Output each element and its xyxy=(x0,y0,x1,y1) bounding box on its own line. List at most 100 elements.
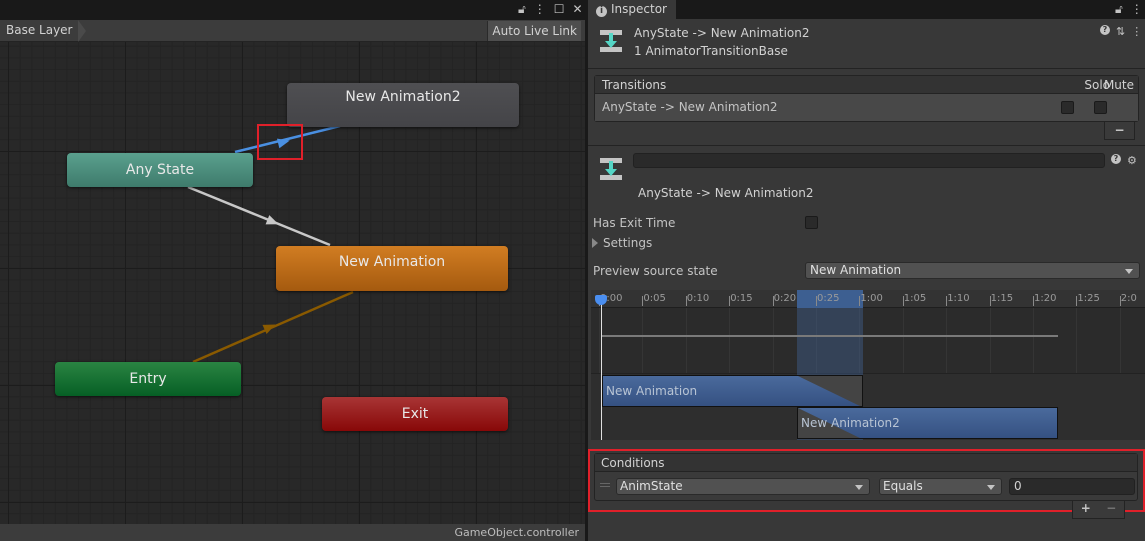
breadcrumb-base-layer[interactable]: Base Layer xyxy=(0,20,83,41)
preview-source-state-dropdown[interactable]: New Animation xyxy=(805,262,1140,279)
state-machine-graph[interactable]: New Animation2 Any State New Animation E… xyxy=(0,42,585,524)
preview-source-state-label: Preview source state xyxy=(593,264,718,278)
transition-row[interactable]: AnyState -> New Animation2 xyxy=(595,94,1138,121)
timeline-tick-label: 0:10 xyxy=(686,293,710,304)
state-node-any-state[interactable]: Any State xyxy=(67,153,253,187)
help-icon[interactable]: ? xyxy=(1100,25,1110,35)
timeline-tick-label: 1:00 xyxy=(860,293,883,304)
timeline-tick-label: 1:20 xyxy=(1034,293,1057,304)
remove-condition-button[interactable]: − xyxy=(1106,501,1116,518)
parameter-curve xyxy=(601,335,1058,337)
state-label: New Animation2 xyxy=(345,89,461,105)
timeline-tick-label: 1:10 xyxy=(947,293,970,304)
solo-checkbox[interactable] xyxy=(1061,101,1074,114)
state-label: Exit xyxy=(401,406,429,422)
source-clip-bar[interactable]: New Animation xyxy=(602,375,863,407)
playhead-line xyxy=(601,300,602,440)
gear-icon[interactable]: ⚙ xyxy=(1127,154,1137,167)
transition-settings-icons: ? ⚙ xyxy=(1111,154,1137,167)
condition-mode-dropdown[interactable]: Equals xyxy=(879,478,1002,495)
transition-icon xyxy=(600,158,622,180)
auto-live-link-button[interactable]: Auto Live Link xyxy=(487,21,581,41)
timeline-tick-label: 1:15 xyxy=(990,293,1014,304)
timeline-tick-label: 2:0 xyxy=(1120,293,1137,304)
kebab-menu-icon[interactable]: ⋮ xyxy=(1131,2,1143,17)
drag-handle-icon[interactable] xyxy=(600,483,610,487)
condition-value-input[interactable]: 0 xyxy=(1009,478,1135,495)
animator-toolbar: Base Layer Auto Live Link xyxy=(0,20,585,42)
inspector-window-controls: 🔓︎ ⋮ xyxy=(1115,2,1143,17)
add-condition-button[interactable]: + xyxy=(1081,501,1091,518)
lock-icon[interactable]: 🔓︎ xyxy=(1115,2,1123,17)
inspector-window: i Inspector 🔓︎ ⋮ AnyState -> New Animatio… xyxy=(588,0,1145,541)
condition-buttons: + − xyxy=(1072,501,1125,519)
help-icon[interactable]: ? xyxy=(1111,154,1121,164)
inspector-tab-bar: i Inspector 🔓︎ ⋮ xyxy=(588,0,1145,19)
has-exit-time-checkbox[interactable] xyxy=(805,216,818,229)
conditions-list: Conditions AnimState Equals 0 xyxy=(594,453,1138,501)
remove-transition-button[interactable]: − xyxy=(1104,122,1135,140)
dropdown-value: New Animation xyxy=(810,263,902,277)
close-icon[interactable]: ✕ xyxy=(573,2,583,17)
maximize-icon[interactable]: ☐ xyxy=(554,2,565,17)
transition-line[interactable] xyxy=(187,185,331,247)
mute-column-label: Mute xyxy=(1103,78,1134,92)
conditions-header: Conditions xyxy=(595,454,1137,472)
state-node-exit[interactable]: Exit xyxy=(322,397,508,431)
animator-tab-bar: 🔓︎ ⋮ ☐ ✕ xyxy=(0,0,585,20)
mute-checkbox[interactable] xyxy=(1094,101,1107,114)
chevron-down-icon xyxy=(855,485,863,490)
transition-row-name: AnyState -> New Animation2 xyxy=(602,100,778,114)
lock-icon[interactable]: 🔓︎ xyxy=(518,2,526,17)
transition-icon xyxy=(600,30,622,52)
presets-icon[interactable]: ⇅ xyxy=(1116,25,1125,38)
selected-transition-highlight xyxy=(257,124,303,160)
kebab-menu-icon[interactable]: ⋮ xyxy=(1131,25,1142,38)
window-controls: 🔓︎ ⋮ ☐ ✕ xyxy=(518,2,583,17)
breadcrumb-separator xyxy=(78,20,86,42)
dropdown-value: Equals xyxy=(883,479,923,493)
info-icon: i xyxy=(596,6,607,17)
condition-parameter-dropdown[interactable]: AnimState xyxy=(616,478,870,495)
source-clip-label: New Animation xyxy=(606,384,698,398)
tab-label: Inspector xyxy=(611,2,667,16)
state-label: Any State xyxy=(125,162,195,178)
destination-clip-label: New Animation2 xyxy=(801,416,900,430)
state-label: Entry xyxy=(129,371,167,387)
transitions-list: Transitions Solo Mute AnyState -> New An… xyxy=(594,75,1139,122)
header-title: AnyState -> New Animation2 xyxy=(634,26,810,40)
transitions-title: Transitions xyxy=(602,78,667,92)
destination-clip-bar[interactable]: New Animation2 xyxy=(797,407,1058,439)
settings-foldout-arrow-icon[interactable] xyxy=(592,238,598,248)
condition-row: AnimState Equals 0 xyxy=(595,472,1137,500)
divider xyxy=(588,145,1145,146)
timeline-tick-label: 0:15 xyxy=(730,293,753,304)
transition-name-input[interactable] xyxy=(633,153,1105,168)
transitions-header: Transitions Solo Mute xyxy=(595,76,1138,94)
kebab-menu-icon[interactable]: ⋮ xyxy=(534,2,546,17)
dropdown-value: AnimState xyxy=(620,479,683,493)
animator-status-bar: GameObject.controller xyxy=(0,524,585,541)
timeline-tick-label: 0:25 xyxy=(817,293,840,304)
state-node-entry[interactable]: Entry xyxy=(55,362,241,396)
tab-inspector[interactable]: i Inspector xyxy=(588,0,676,19)
header-subtitle: 1 AnimatorTransitionBase xyxy=(634,44,788,58)
chevron-down-icon xyxy=(987,485,995,490)
timeline-tick-label: 1:05 xyxy=(903,293,927,304)
settings-foldout[interactable]: Settings xyxy=(603,236,652,250)
state-node-new-animation2[interactable]: New Animation2 xyxy=(287,83,519,127)
transition-arrow-icon xyxy=(265,215,279,225)
animator-window: 🔓︎ ⋮ ☐ ✕ Base Layer Auto Live Link New A… xyxy=(0,0,585,541)
state-label: New Animation xyxy=(338,254,446,270)
timeline-tick-label: 0:05 xyxy=(643,293,666,304)
header-icons: ? ⇅ ⋮ xyxy=(1100,25,1142,38)
has-exit-time-label: Has Exit Time xyxy=(593,216,676,230)
timeline-tick-label: 1:25 xyxy=(1077,293,1100,304)
transition-caption: AnyState -> New Animation2 xyxy=(638,186,814,200)
inspector-header: AnyState -> New Animation2 1 AnimatorTra… xyxy=(588,19,1145,69)
chevron-down-icon xyxy=(1125,269,1133,274)
transition-timeline[interactable]: 0:00 0:05 0:10 0:15 0:20 0:25 1:00 1:05 1:10 1:15… xyxy=(591,290,1145,440)
timeline-tick-label: 0:20 xyxy=(773,293,797,304)
state-node-new-animation[interactable]: New Animation xyxy=(276,246,508,291)
controller-name: GameObject.controller xyxy=(454,526,579,539)
